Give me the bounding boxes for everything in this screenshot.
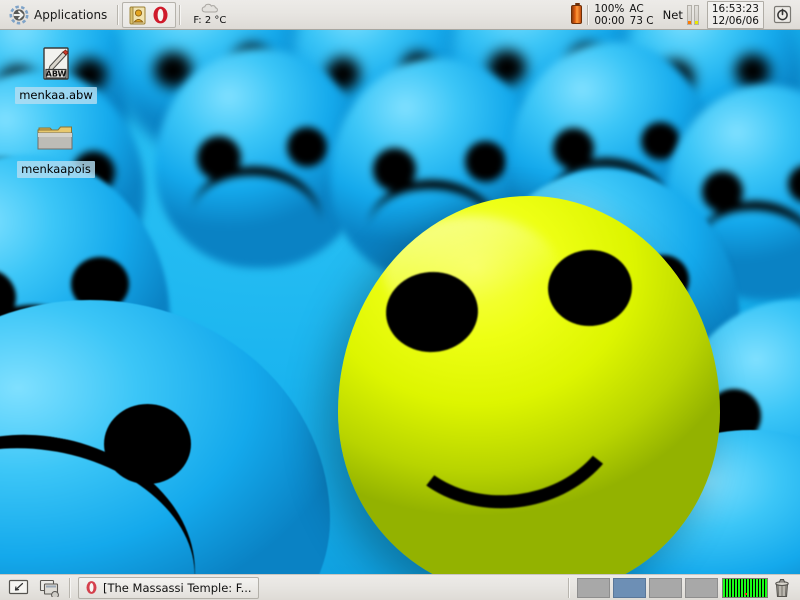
power-icon (773, 5, 792, 24)
desktop-icon-label: menkaa.abw (15, 87, 97, 104)
weather-temperature-label: F: 2 °C (193, 14, 227, 26)
top-panel: Applications F: 2 °C 100% AC 00:00 73 C … (0, 0, 800, 30)
workspace-3[interactable] (649, 577, 682, 598)
window-list-icon (39, 579, 61, 597)
battery-applet[interactable]: 100% AC 00:00 73 C (566, 2, 658, 28)
svg-text:ABW: ABW (46, 70, 67, 79)
desktop-screen: ABW menkaa.abw menkaapois Applications F… (0, 0, 800, 600)
battery-power-source: AC (629, 2, 644, 15)
desktop-icon-label: menkaapois (17, 161, 95, 178)
abiword-document-icon: ABW (8, 44, 104, 84)
opera-browser-icon (85, 580, 98, 595)
clock-time: 16:53:23 (711, 2, 759, 15)
clock-date: 12/06/06 (711, 14, 759, 27)
taskbar-window-title: [The Massassi Temple: F... (103, 580, 252, 595)
launcher-group (122, 1, 177, 28)
show-desktop-button[interactable] (3, 577, 34, 599)
folder-icon (8, 118, 104, 158)
panel-separator (69, 577, 71, 598)
window-selector-button[interactable] (34, 577, 66, 599)
bottom-panel: [The Massassi Temple: F... (0, 574, 800, 600)
battery-temperature: 73 C (629, 14, 654, 27)
gnome-foot-gear-icon (9, 5, 29, 25)
battery-percent: 100% (594, 2, 625, 15)
weather-applet[interactable]: F: 2 °C (184, 1, 235, 29)
net-monitor-label: Net (662, 7, 683, 22)
trash-applet[interactable] (768, 577, 796, 599)
applications-menu-button[interactable]: Applications (2, 2, 114, 28)
workspace-2[interactable] (613, 577, 646, 598)
battery-readout: 100% AC 00:00 73 C (594, 3, 653, 27)
net-meter-icon (686, 4, 699, 25)
clock-applet[interactable]: 16:53:23 12/06/06 (706, 0, 764, 29)
taskbar-window-button[interactable]: [The Massassi Temple: F... (78, 576, 259, 599)
trash-icon (773, 578, 791, 598)
wallpaper-ball-foreground (0, 300, 330, 600)
window-list: [The Massassi Temple: F... (74, 576, 565, 599)
workspace-switcher (573, 577, 722, 598)
panel-separator (117, 4, 120, 25)
shutdown-button[interactable] (768, 2, 797, 28)
workspace-4[interactable] (685, 577, 718, 598)
panel-separator (587, 4, 590, 25)
panel-separator (568, 577, 570, 598)
battery-icon (571, 3, 583, 24)
cloud-icon (200, 2, 220, 15)
opera-browser-icon[interactable] (151, 5, 170, 25)
workspace-1[interactable] (577, 577, 610, 598)
desktop-wallpaper[interactable] (0, 0, 800, 600)
system-monitor-graph[interactable] (722, 577, 768, 598)
desktop-icon-menkaa-abw[interactable]: ABW menkaa.abw (8, 44, 104, 104)
desktop-icon-menkaapois[interactable]: menkaapois (8, 118, 104, 178)
battery-time: 00:00 (594, 14, 625, 27)
system-monitor-marker (745, 592, 747, 595)
show-desktop-icon (8, 579, 29, 596)
applications-menu-label: Applications (34, 7, 108, 22)
panel-separator (179, 4, 182, 25)
desktop-icon-area: ABW menkaa.abw menkaapois (0, 30, 120, 178)
net-monitor-applet[interactable]: Net (659, 2, 703, 28)
address-book-icon[interactable] (128, 5, 147, 25)
